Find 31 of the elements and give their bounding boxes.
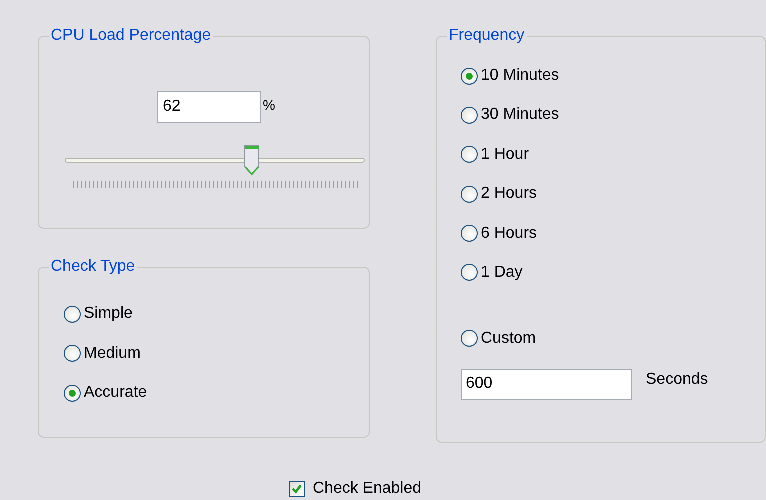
- radio-button[interactable]: [64, 384, 81, 402]
- checkbox-label: Check Enabled: [313, 479, 422, 499]
- group-title: Check Type: [50, 258, 136, 276]
- checkbox[interactable]: [289, 481, 305, 497]
- radio-button[interactable]: [461, 68, 478, 84]
- radio-label: Simple: [84, 304, 133, 324]
- radio-button[interactable]: [461, 186, 478, 203]
- cpu-slider[interactable]: [65, 145, 365, 177]
- radio-button[interactable]: [461, 225, 478, 242]
- unit-label: %: [263, 97, 276, 113]
- group-title: CPU Load Percentage: [50, 27, 212, 45]
- radio-label: 6 Hours: [481, 224, 538, 244]
- radio-button[interactable]: [64, 345, 81, 362]
- radio-label: 1 Hour: [481, 144, 530, 165]
- seconds-label: Seconds: [646, 370, 708, 390]
- slider-thumb[interactable]: [243, 145, 261, 177]
- radio-button[interactable]: [461, 146, 478, 164]
- radio-label: Medium: [84, 344, 141, 364]
- radio-label: Accurate: [84, 383, 148, 403]
- radio-label: Custom: [481, 328, 536, 349]
- group-title: Frequency: [448, 27, 526, 45]
- radio-button[interactable]: [461, 330, 478, 348]
- radio-button[interactable]: [461, 106, 478, 124]
- radio-label: 2 Hours: [481, 184, 538, 204]
- radio-label: 10 Minutes: [481, 66, 560, 86]
- radio-label: 30 Minutes: [481, 105, 560, 126]
- seconds-field[interactable]: 600: [461, 368, 632, 400]
- percentage-field[interactable]: 62: [157, 91, 261, 123]
- radio-button[interactable]: [64, 306, 81, 322]
- radio-label: 1 Day: [481, 262, 523, 283]
- radio-button[interactable]: [461, 264, 478, 282]
